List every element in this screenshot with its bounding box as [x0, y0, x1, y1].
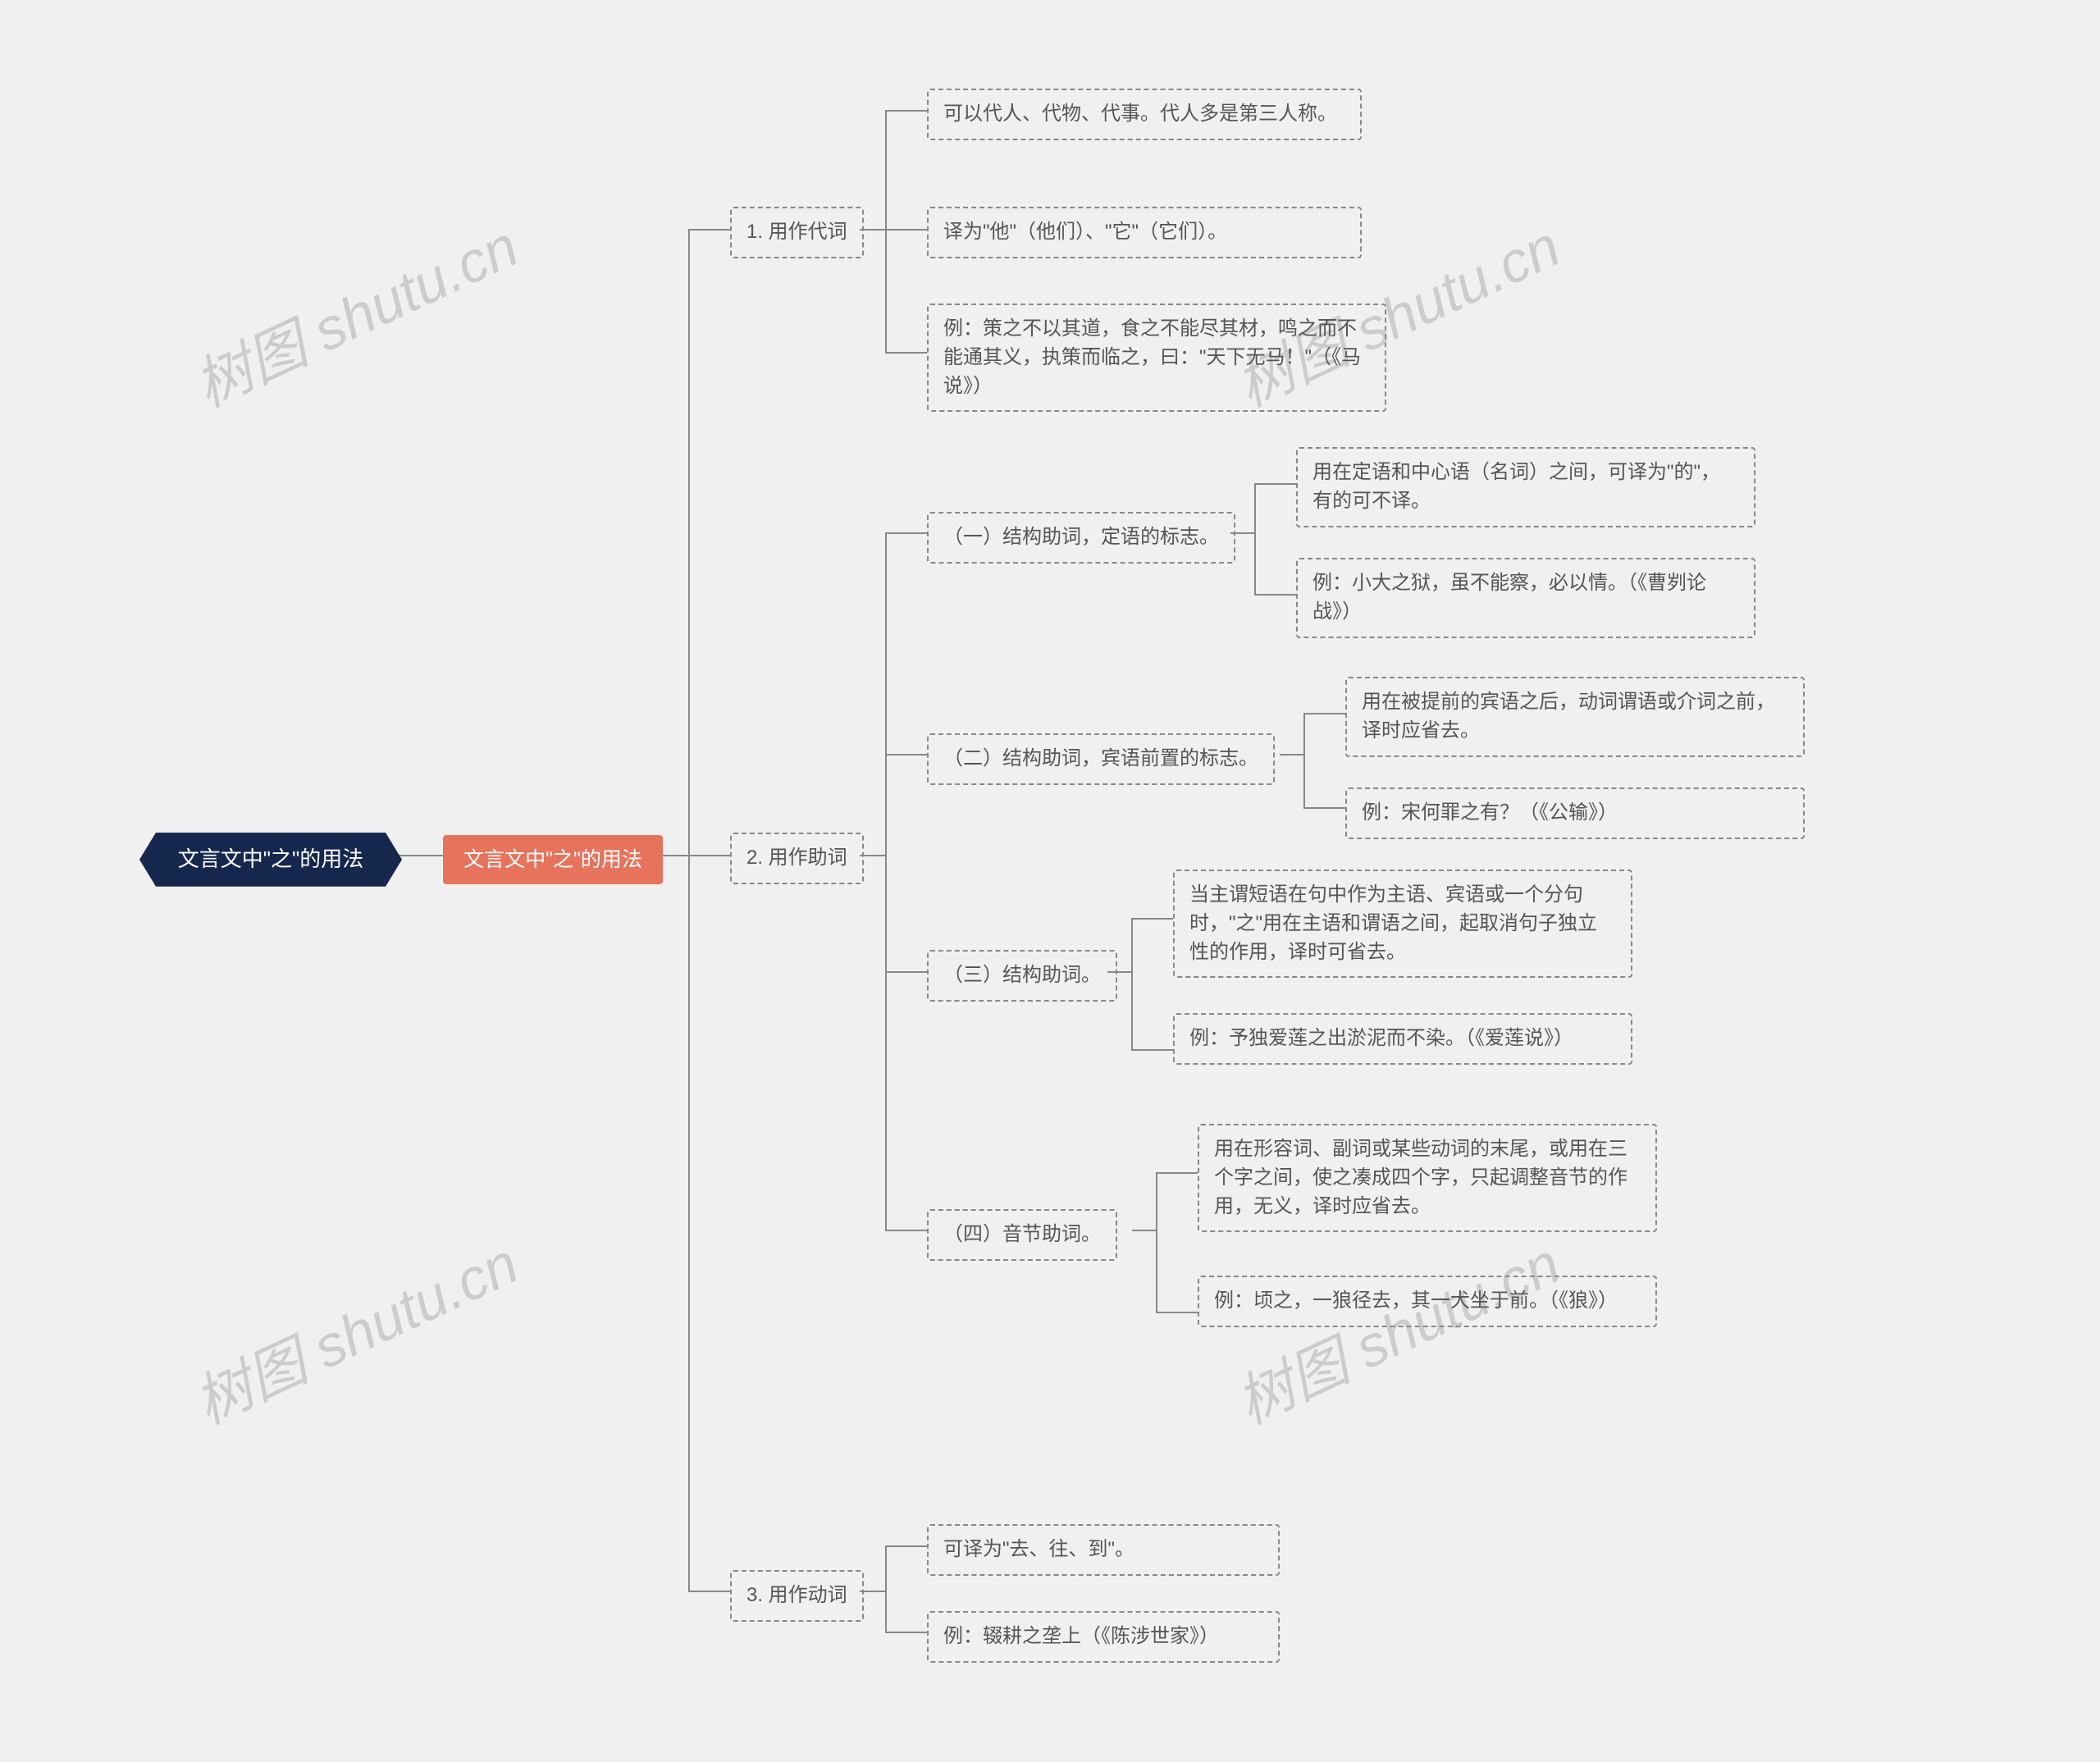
branch-2c-child-1[interactable]: 当主谓短语在句中作为主语、宾语或一个分句时，"之"用在主语和谓语之间，起取消句子… [1173, 870, 1632, 978]
branch-2a-child-1[interactable]: 用在定语和中心语（名词）之间，可译为"的"，有的可不译。 [1296, 447, 1755, 527]
root-node[interactable]: 文言文中"之"的用法 [139, 833, 402, 887]
branch-2b-child-1[interactable]: 用在被提前的宾语之后，动词谓语或介词之前，译时应省去。 [1345, 677, 1805, 757]
watermark: 树图 shutu.cn [1221, 1218, 1572, 1440]
branch-1-child-2[interactable]: 译为"他"（他们）、"它"（它们）。 [927, 207, 1362, 258]
branch-2a[interactable]: （一）结构助词，定语的标志。 [927, 512, 1235, 564]
sub1-node[interactable]: 文言文中"之"的用法 [443, 835, 663, 884]
branch-2[interactable]: 2. 用作助词 [730, 833, 864, 884]
branch-1[interactable]: 1. 用作代词 [730, 207, 864, 258]
watermark: 树图 shutu.cn [180, 1218, 530, 1440]
branch-2c-child-2[interactable]: 例：予独爱莲之出淤泥而不染。（《爱莲说》） [1173, 1013, 1632, 1065]
branch-1-child-1[interactable]: 可以代人、代物、代事。代人多是第三人称。 [927, 89, 1362, 140]
branch-2d-child-1[interactable]: 用在形容词、副词或某些动词的末尾，或用在三个字之间，使之凑成四个字，只起调整音节… [1198, 1124, 1657, 1232]
branch-2b[interactable]: （二）结构助词，宾语前置的标志。 [927, 733, 1275, 785]
branch-2a-child-2[interactable]: 例：小大之狱，虽不能察，必以情。（《曹刿论战》） [1296, 558, 1755, 638]
branch-2d[interactable]: （四）音节助词。 [927, 1209, 1117, 1261]
branch-2c[interactable]: （三）结构助词。 [927, 950, 1117, 1002]
branch-1-child-3[interactable]: 例：策之不以其道，食之不能尽其材，鸣之而不能通其义，执策而临之，曰："天下无马！… [927, 304, 1386, 412]
watermark: 树图 shutu.cn [180, 201, 530, 423]
branch-3-child-2[interactable]: 例：辍耕之垄上（《陈涉世家》） [927, 1611, 1280, 1663]
branch-2d-child-2[interactable]: 例：顷之，一狼径去，其一犬坐于前。（《狼》） [1198, 1276, 1657, 1327]
branch-3[interactable]: 3. 用作动词 [730, 1570, 864, 1622]
branch-3-child-1[interactable]: 可译为"去、往、到"。 [927, 1524, 1280, 1576]
branch-2b-child-2[interactable]: 例：宋何罪之有？（《公输》） [1345, 787, 1805, 839]
